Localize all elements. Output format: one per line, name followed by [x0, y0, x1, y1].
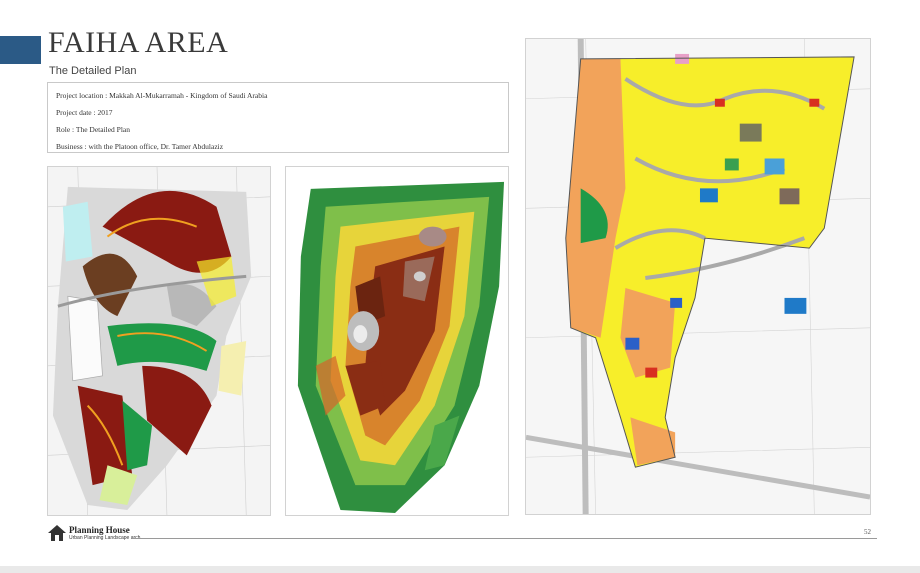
detailed-plan-map-image: [525, 38, 871, 515]
bottom-band: [0, 566, 920, 573]
project-date: Project date : 2017: [56, 108, 113, 117]
logo-tagline: Urban Planning Landscape arch.: [69, 535, 142, 541]
footer-divider: [132, 538, 877, 539]
project-business: Business : with the Platoon office, Dr. …: [56, 142, 224, 151]
page-number: 52: [864, 528, 871, 536]
slide-page: FAIHA AREA The Detailed Plan Project loc…: [0, 0, 920, 573]
page-subtitle: The Detailed Plan: [49, 65, 137, 77]
planning-house-logo: Planning House Urban Planning Landscape …: [47, 524, 167, 544]
page-title: FAIHA AREA: [48, 26, 229, 59]
project-location: Project location : Makkah Al-Mukarramah …: [56, 91, 268, 100]
project-info-box: Project location : Makkah Al-Mukarramah …: [47, 82, 509, 153]
landuse-plan-image: [47, 166, 271, 516]
logo-name: Planning House: [69, 525, 130, 535]
house-icon: [48, 525, 66, 541]
project-role: Role : The Detailed Plan: [56, 125, 131, 134]
title-accent-bar: [0, 36, 41, 64]
topography-map-image: [285, 166, 509, 516]
